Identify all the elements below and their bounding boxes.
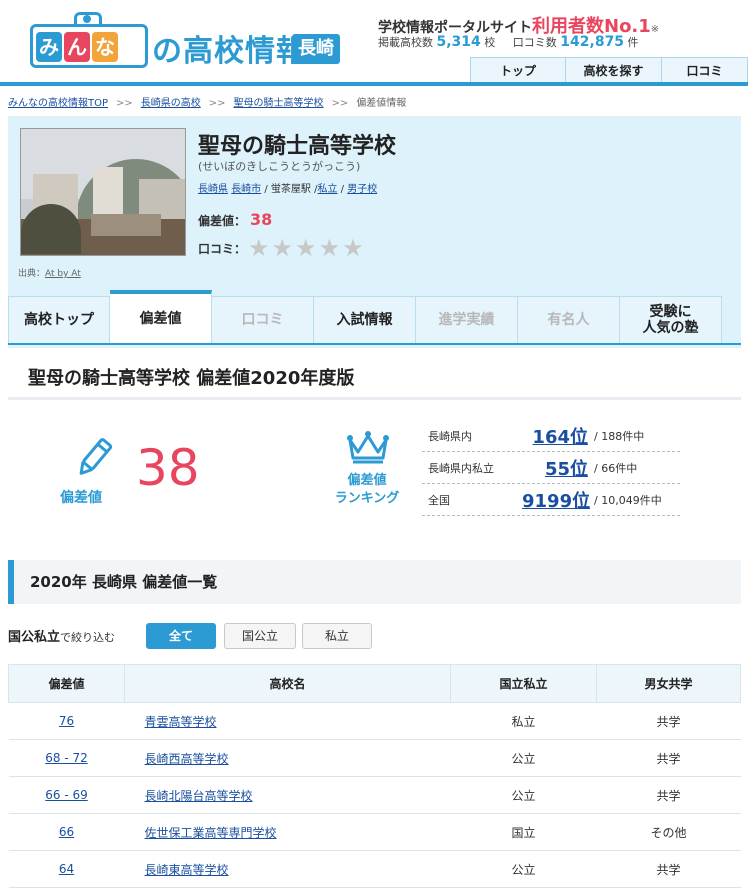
rank-row-national: 全国 9199位 / 10,049件中 bbox=[422, 484, 680, 516]
logo-char: な bbox=[92, 32, 118, 62]
logo-prefecture: 長崎 bbox=[292, 34, 340, 64]
logo-text: の高校情報 bbox=[152, 34, 307, 69]
breadcrumb-top[interactable]: みんなの高校情報TOP bbox=[8, 98, 108, 109]
section-title: 聖母の騎士高等学校 偏差値2020年度版 bbox=[28, 368, 355, 389]
hero-review-rating: 口コミ： ★ ★ ★ ★ ★ bbox=[198, 234, 364, 262]
row-deviation-link[interactable]: 68 - 72 bbox=[45, 751, 88, 765]
school-kana: (せいぼのきしこうとうがっこう) bbox=[198, 160, 361, 173]
table-row: 66 - 69 長崎北陽台高等学校 公立 共学 bbox=[8, 776, 741, 814]
photo-credit: 出典：At by At bbox=[18, 269, 81, 279]
column-header: 高校名 bbox=[124, 664, 451, 703]
row-gender: 共学 bbox=[596, 776, 741, 814]
filter-all-button[interactable]: 全て bbox=[146, 623, 216, 649]
row-type: 公立 bbox=[450, 776, 597, 814]
table-row: 66 佐世保工業高等専門学校 国立 その他 bbox=[8, 813, 741, 851]
table-row: 76 青雲高等学校 私立 共学 bbox=[8, 702, 741, 740]
tab-item[interactable]: 偏差値 bbox=[110, 290, 212, 344]
column-header: 偏差値 bbox=[8, 664, 125, 703]
row-deviation-link[interactable]: 64 bbox=[59, 862, 74, 876]
hero-deviation-value: 38 bbox=[250, 210, 273, 229]
crown-icon bbox=[347, 431, 389, 464]
deviation-value: 38 bbox=[136, 439, 200, 497]
rank-value-link[interactable]: 164位 bbox=[522, 423, 588, 449]
row-deviation-link[interactable]: 76 bbox=[59, 714, 74, 728]
tab-item[interactable]: 高校トップ bbox=[8, 296, 110, 344]
pencil-icon bbox=[79, 438, 113, 475]
filter-label: 国公私立で絞り込む bbox=[8, 630, 116, 645]
column-header: 国立私立 bbox=[450, 664, 597, 703]
breadcrumb-prefecture[interactable]: 長崎県の高校 bbox=[141, 98, 201, 109]
school-name: 聖母の騎士高等学校 bbox=[198, 134, 397, 159]
meta-type[interactable]: 私立 bbox=[317, 184, 337, 195]
star-icon: ★ bbox=[318, 234, 341, 262]
deviation-table: 偏差値 高校名 国立私立 男女共学 76 青雲高等学校 私立 共学 68 - 72 長崎西… bbox=[8, 664, 741, 888]
top-nav: トップ 高校を探す 口コミ bbox=[470, 57, 748, 84]
row-gender: 共学 bbox=[596, 850, 741, 888]
breadcrumb-school[interactable]: 聖母の騎士高等学校 bbox=[234, 98, 324, 109]
filter-private-button[interactable]: 私立 bbox=[302, 623, 372, 649]
rank-row-prefecture: 長崎県内 164位 / 188件中 bbox=[422, 420, 680, 452]
table-row: 68 - 72 長崎西高等学校 公立 共学 bbox=[8, 739, 741, 777]
star-icon: ★ bbox=[271, 234, 294, 262]
breadcrumb: みんなの高校情報TOP >> 長崎県の高校 >> 聖母の騎士高等学校 >> 偏差値情報 bbox=[8, 98, 407, 109]
row-school-link[interactable]: 長崎東高等学校 bbox=[145, 863, 229, 877]
row-school-link[interactable]: 青雲高等学校 bbox=[145, 715, 217, 729]
topnav-top[interactable]: トップ bbox=[470, 57, 566, 84]
row-type: 公立 bbox=[450, 850, 597, 888]
tab-item: 口コミ bbox=[212, 296, 314, 344]
school-tabs: 高校トップ 偏差値 口コミ 入試情報 進学実績 有名人 受験に 人気の塾 bbox=[8, 290, 722, 344]
tab-item: 有名人 bbox=[518, 296, 620, 344]
row-type: 国立 bbox=[450, 813, 597, 851]
ranking-table: 長崎県内 164位 / 188件中 長崎県内私立 55位 / 66件中 全国 9… bbox=[422, 420, 680, 516]
header-divider bbox=[0, 82, 748, 86]
row-deviation-link[interactable]: 66 - 69 bbox=[45, 788, 88, 802]
meta-prefecture[interactable]: 長崎県 bbox=[198, 184, 228, 195]
tab-item[interactable]: 入試情報 bbox=[314, 296, 416, 344]
rank-row-prefecture-private: 長崎県内私立 55位 / 66件中 bbox=[422, 452, 680, 484]
site-logo[interactable]: みんな の高校情報 長崎 bbox=[30, 10, 340, 69]
filter-public-button[interactable]: 国公立 bbox=[224, 623, 296, 649]
site-stats: 掲載高校数 5,314 校 口コミ数 142,875 件 bbox=[378, 34, 639, 50]
logo-char: み bbox=[36, 32, 62, 62]
tv-logo-icon: みんな bbox=[30, 10, 150, 68]
photo-credit-link[interactable]: At by At bbox=[45, 269, 81, 279]
tab-item[interactable]: 受験に 人気の塾 bbox=[620, 296, 722, 344]
school-photo bbox=[20, 128, 186, 256]
rank-value-link[interactable]: 55位 bbox=[522, 455, 588, 481]
breadcrumb-current: 偏差値情報 bbox=[356, 98, 407, 109]
row-gender: その他 bbox=[596, 813, 741, 851]
star-icon: ★ bbox=[248, 234, 270, 262]
meta-gender[interactable]: 男子校 bbox=[347, 184, 377, 195]
row-type: 公立 bbox=[450, 739, 597, 777]
table-row: 64 長崎東高等学校 公立 共学 bbox=[8, 850, 741, 888]
star-icon: ★ bbox=[295, 234, 317, 262]
meta-station: 蛍茶屋駅 bbox=[270, 184, 311, 195]
hero-deviation: 偏差値： 38 bbox=[198, 210, 273, 229]
meta-city[interactable]: 長崎市 bbox=[231, 184, 261, 195]
column-header: 男女共学 bbox=[596, 664, 741, 703]
logo-char: ん bbox=[64, 32, 90, 62]
tabs-divider bbox=[8, 343, 741, 345]
star-icon: ★ bbox=[342, 234, 364, 262]
site-header: みんな の高校情報 長崎 学校情報ポータルサイト利用者数No.1※ 掲載高校数 … bbox=[0, 0, 748, 86]
row-school-link[interactable]: 長崎北陽台高等学校 bbox=[145, 789, 253, 803]
topnav-reviews[interactable]: 口コミ bbox=[662, 57, 748, 84]
row-gender: 共学 bbox=[596, 739, 741, 777]
rank-value-link[interactable]: 9199位 bbox=[522, 487, 590, 513]
row-type: 私立 bbox=[450, 702, 597, 740]
deviation-label: 偏差値 bbox=[60, 490, 102, 506]
row-deviation-link[interactable]: 66 bbox=[59, 825, 74, 839]
school-meta: 長崎県 長崎市 / 蛍茶屋駅 /私立 / 男子校 bbox=[198, 184, 378, 195]
row-school-link[interactable]: 佐世保工業高等専門学校 bbox=[145, 826, 277, 840]
topnav-search[interactable]: 高校を探す bbox=[566, 57, 662, 84]
row-gender: 共学 bbox=[596, 702, 741, 740]
ranking-label: 偏差値 ランキング bbox=[334, 473, 400, 506]
tab-item: 進学実績 bbox=[416, 296, 518, 344]
section-rule bbox=[8, 397, 741, 400]
row-school-link[interactable]: 長崎西高等学校 bbox=[145, 752, 229, 766]
list-heading: 2020年 長崎県 偏差値一覧 bbox=[8, 560, 741, 604]
